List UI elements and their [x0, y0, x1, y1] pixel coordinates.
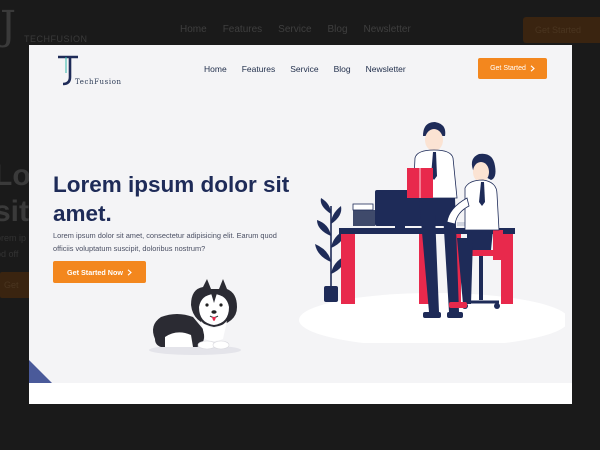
get-started-now-button[interactable]: Get Started Now	[53, 261, 146, 283]
nav-link-features[interactable]: Features	[242, 64, 276, 74]
background-nav-item: Home	[180, 24, 207, 35]
hero-section: TechFusion Home Features Service Blog Ne…	[29, 45, 572, 383]
nav-link-newsletter[interactable]: Newsletter	[366, 64, 406, 74]
chevron-right-icon	[530, 65, 535, 72]
background-heading: Lo sit	[0, 159, 31, 228]
get-started-now-label: Get Started Now	[67, 267, 123, 277]
background-paragraph: orem ip od off	[0, 233, 27, 259]
office-workers-illustration	[299, 122, 565, 343]
hero-headline: Lorem ipsum dolor sit amet.	[53, 172, 290, 226]
background-cta: Get Started	[523, 17, 600, 43]
main-nav: Home Features Service Blog Newsletter	[204, 64, 406, 74]
nav-link-home[interactable]: Home	[204, 64, 227, 74]
background-logo-mark: J	[0, 3, 17, 49]
nav-link-blog[interactable]: Blog	[334, 64, 351, 74]
background-nav-item: Features	[222, 24, 263, 35]
background-nav: Home Features Service Blog Newsletter	[180, 24, 411, 35]
hero-description: Lorem ipsum dolor sit amet, consectetur …	[53, 231, 277, 253]
preview-modal: TechFusion Home Features Service Blog Ne…	[29, 45, 572, 404]
background-logo-text: TECHFUSION	[24, 34, 88, 44]
chevron-right-icon	[127, 268, 132, 276]
brand-logo[interactable]: TechFusion	[55, 53, 165, 93]
background-nav-item: Newsletter	[363, 24, 411, 35]
brand-name: TechFusion	[75, 78, 122, 86]
background-nav-item: Service	[278, 24, 312, 35]
background-nav-item: Blog	[327, 24, 348, 35]
header-get-started-label: Get Started	[490, 65, 526, 72]
corner-decoration	[29, 360, 52, 383]
header-get-started-button[interactable]: Get Started	[478, 58, 547, 79]
husky-dog-illustration	[149, 279, 241, 355]
nav-link-service[interactable]: Service	[290, 64, 318, 74]
